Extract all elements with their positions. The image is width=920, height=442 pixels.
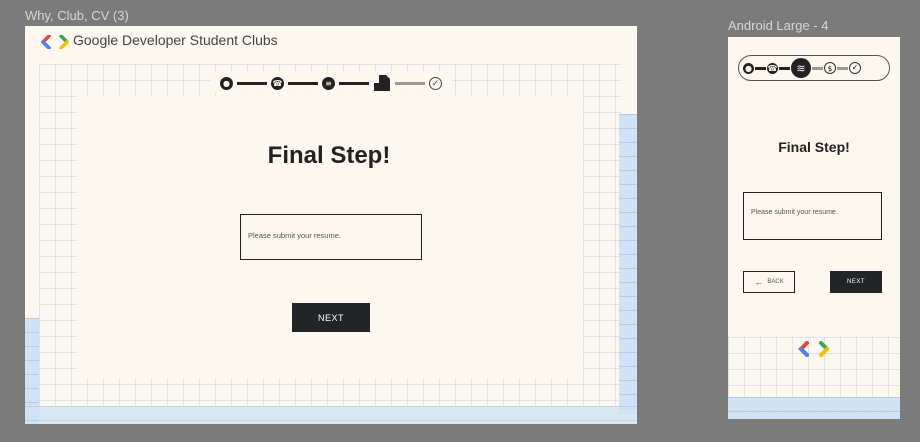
desktop-frame-label: Why, Club, CV (3) <box>25 8 129 23</box>
step-connector <box>288 81 318 85</box>
phone-icon: ☎ <box>767 62 778 74</box>
desktop-frame: Google Developer Student Clubs ● ☎ ≡ ✓ F… <box>25 26 637 424</box>
blue-decoration <box>25 406 637 424</box>
resume-upload-field[interactable]: Please submit your resume. <box>240 214 422 260</box>
back-button[interactable]: ← BACK <box>743 271 795 293</box>
step-connector <box>395 81 425 85</box>
blue-decoration <box>728 397 900 419</box>
step-connector <box>237 81 267 85</box>
gdsc-logo-icon <box>40 34 69 53</box>
coin-icon: $ <box>824 62 836 74</box>
resume-upload-field[interactable]: Please submit your resume. <box>743 192 882 240</box>
phone-icon: ☎ <box>271 76 284 90</box>
step-connector <box>339 81 369 85</box>
step-connector <box>755 66 766 70</box>
layers-icon: ≋ <box>791 58 811 78</box>
person-icon: ● <box>743 62 754 74</box>
step-connector <box>837 66 848 70</box>
page-title: Final Step! <box>778 139 850 155</box>
page-title: Final Step! <box>267 142 391 169</box>
check-circle-icon: ✓ <box>429 76 442 90</box>
brand-text: Google Developer Student Clubs <box>73 32 278 48</box>
progress-stepper: ● ☎ ≡ ✓ <box>210 71 452 95</box>
mobile-frame-label: Android Large - 4 <box>728 18 829 33</box>
layers-icon: ≡ <box>322 76 335 90</box>
back-button-label: BACK <box>767 279 784 285</box>
step-connector <box>779 66 790 70</box>
step-connector <box>812 66 823 70</box>
next-button[interactable]: NEXT <box>830 271 882 293</box>
back-arrow-icon: ← <box>754 277 764 287</box>
gdsc-logo-icon <box>798 341 830 361</box>
progress-stepper: ● ☎ ≋ $ ✓ <box>738 55 890 81</box>
mobile-frame: ● ☎ ≋ $ ✓ Final Step! Please submit your… <box>728 37 900 419</box>
check-circle-icon: ✓ <box>849 62 861 74</box>
person-icon: ● <box>220 76 233 90</box>
next-button[interactable]: NEXT <box>292 303 370 332</box>
document-icon <box>373 74 391 92</box>
